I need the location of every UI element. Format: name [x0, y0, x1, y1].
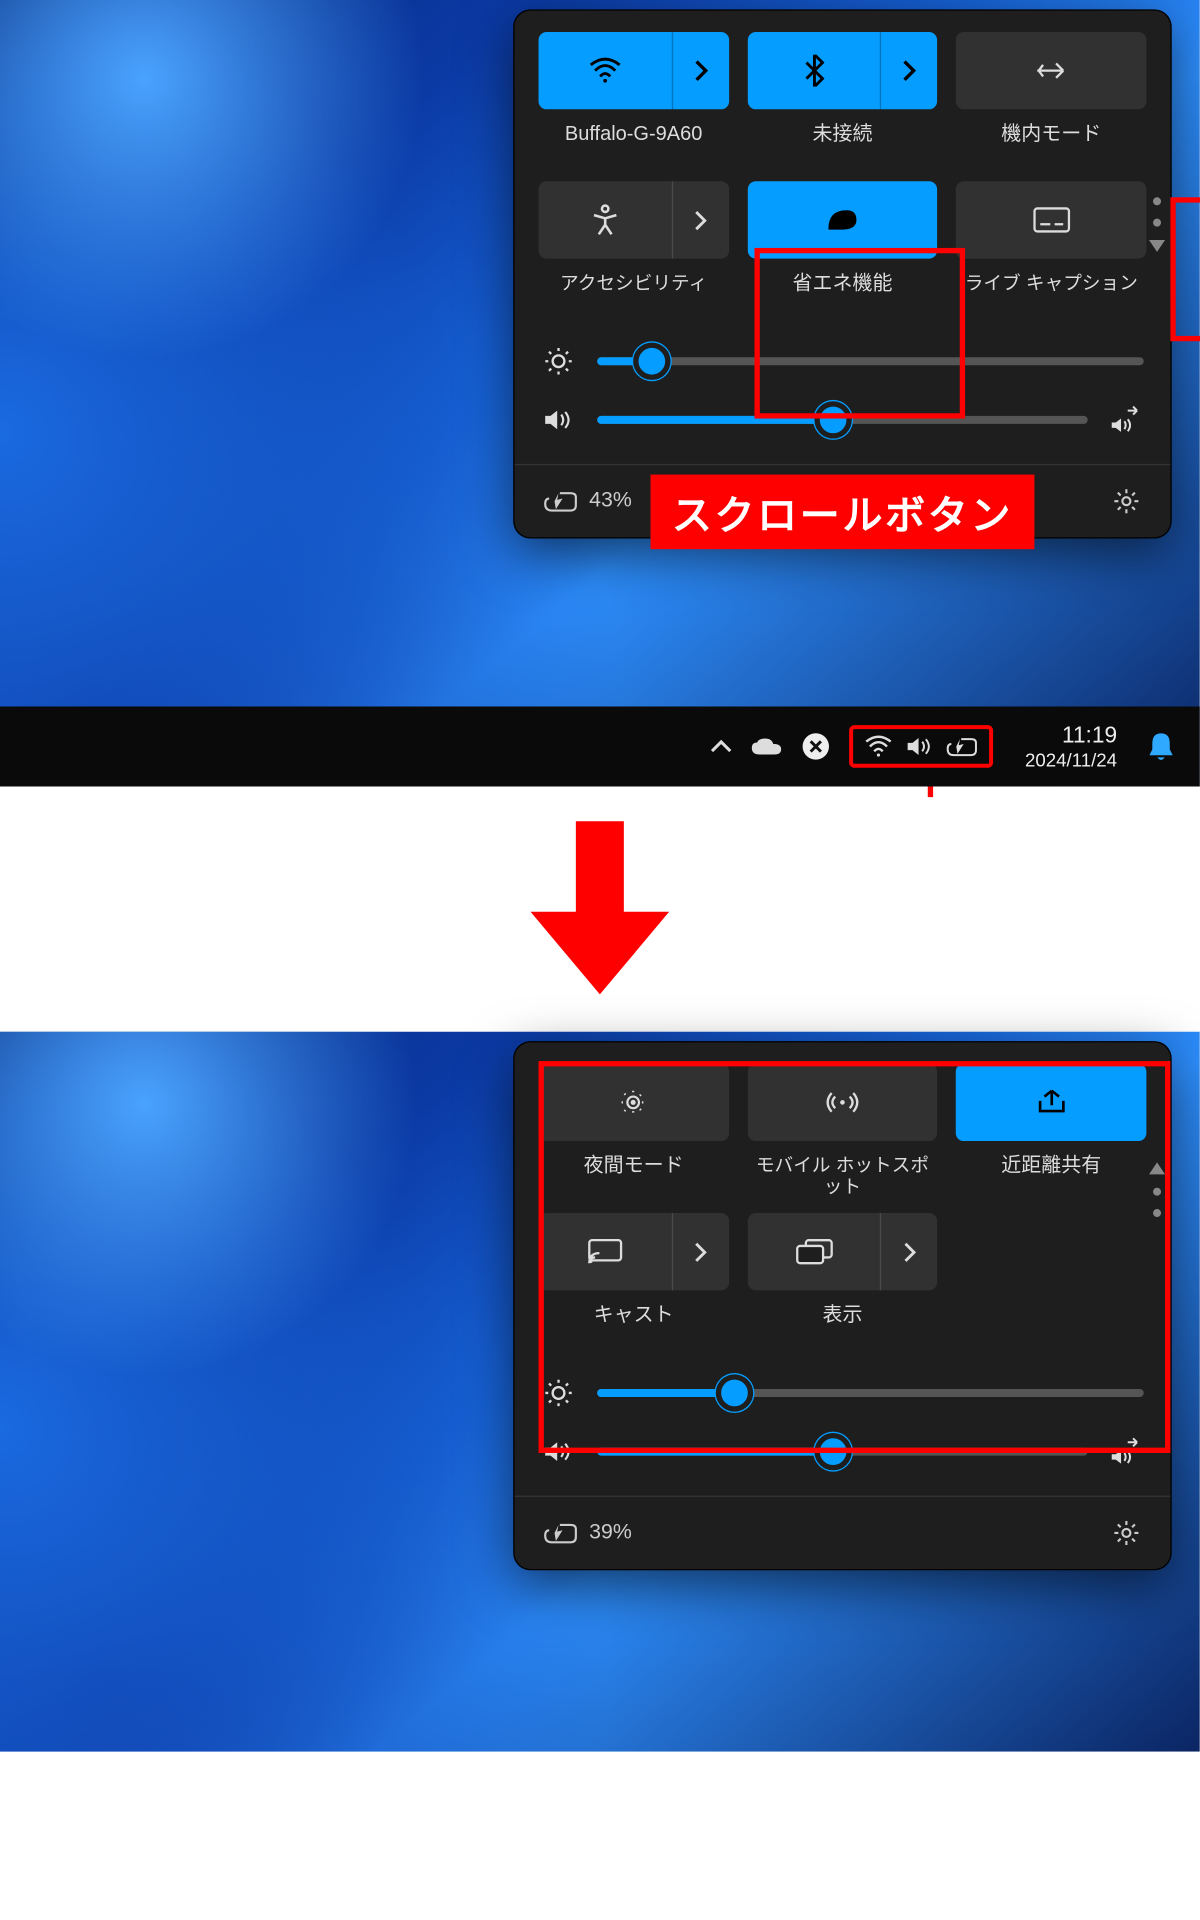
live-caption-label: ライブ キャプション	[965, 272, 1138, 317]
brightness-slider-row-2	[541, 1378, 1144, 1407]
transition-arrow-down	[0, 786, 1200, 1031]
bluetooth-icon	[747, 32, 880, 109]
volume-icon	[541, 407, 576, 434]
airplane-label: 機内モード	[1001, 123, 1101, 168]
battery-text: 43%	[589, 489, 632, 513]
cast-tile[interactable]	[539, 1213, 729, 1290]
hotspot-label: モバイル ホットスポット	[747, 1154, 937, 1199]
volume-slider-row	[541, 405, 1144, 434]
volume-icon	[541, 1438, 576, 1465]
airplane-mode-tile[interactable]	[956, 32, 1146, 109]
bluetooth-tile[interactable]	[747, 32, 937, 109]
volume-slider-2[interactable]	[597, 1448, 1088, 1456]
taskbar-time: 11:19	[1025, 723, 1117, 749]
wifi-tray-icon[interactable]	[864, 734, 893, 758]
caption-icon	[1033, 207, 1070, 234]
wifi-tile[interactable]	[539, 32, 729, 109]
audio-output-button[interactable]	[1109, 405, 1144, 434]
project-icon	[747, 1213, 880, 1290]
project-tile[interactable]	[747, 1213, 937, 1290]
cast-label: キャスト	[594, 1304, 674, 1349]
highlight-scroll-indicator	[1170, 197, 1200, 341]
wifi-expand[interactable]	[671, 32, 728, 109]
scroll-indicator-2[interactable]	[1149, 1162, 1165, 1217]
energy-saver-label: 省エネ機能	[792, 272, 892, 317]
settings-button-2[interactable]	[1112, 1518, 1141, 1547]
tray-overflow-button[interactable]	[710, 738, 731, 754]
nearby-share-label: 近距離共有	[1001, 1154, 1101, 1199]
bluetooth-label: 未接続	[812, 123, 872, 168]
bluetooth-expand[interactable]	[880, 32, 937, 109]
taskbar-date: 2024/11/24	[1025, 749, 1117, 770]
accessibility-expand[interactable]	[671, 181, 728, 258]
settings-button[interactable]	[1112, 487, 1141, 516]
annotation-scroll-label: スクロールボタン	[651, 475, 1035, 550]
volume-slider-row-2	[541, 1437, 1144, 1466]
brightness-icon	[541, 1378, 576, 1407]
brightness-slider-row	[541, 347, 1144, 376]
accessibility-icon	[539, 181, 672, 258]
battery-icon	[544, 489, 579, 513]
notifications-button[interactable]	[1146, 730, 1175, 762]
accessibility-label: アクセシビリティ	[560, 272, 707, 317]
taskbar-clock[interactable]: 11:19 2024/11/24	[1025, 723, 1117, 771]
close-tray-icon[interactable]	[801, 732, 830, 761]
desktop-top: Buffalo-G-9A60 未接続	[0, 0, 1200, 786]
share-icon	[1035, 1088, 1067, 1117]
brightness-slider-2[interactable]	[597, 1389, 1144, 1397]
project-expand[interactable]	[880, 1213, 937, 1290]
wifi-label: Buffalo-G-9A60	[565, 123, 702, 168]
night-light-tile[interactable]	[539, 1064, 729, 1141]
cast-expand[interactable]	[671, 1213, 728, 1290]
battery-icon	[544, 1521, 579, 1545]
accessibility-tile[interactable]	[539, 181, 729, 258]
volume-slider[interactable]	[597, 416, 1088, 424]
hotspot-icon	[825, 1088, 860, 1117]
onedrive-tray-icon[interactable]	[750, 736, 782, 757]
cast-icon	[539, 1213, 672, 1290]
taskbar: 11:19 2024/11/24	[0, 706, 1200, 786]
night-light-label: 夜間モード	[584, 1154, 684, 1199]
highlight-system-tray	[849, 725, 993, 768]
live-caption-tile[interactable]	[956, 181, 1146, 258]
energy-saver-tile[interactable]	[747, 181, 937, 258]
volume-tray-icon[interactable]	[906, 734, 933, 758]
quick-settings-panel: Buffalo-G-9A60 未接続	[515, 11, 1171, 538]
quick-settings-footer-2: 39%	[515, 1496, 1171, 1569]
airplane-icon	[1034, 56, 1069, 85]
battery-text-2: 39%	[589, 1521, 632, 1545]
quick-settings-panel-page2: 夜間モード モバイル ホットスポット 近距離共有	[515, 1042, 1171, 1569]
battery-tray-icon[interactable]	[946, 734, 978, 758]
wifi-icon	[539, 32, 672, 109]
night-light-icon	[618, 1086, 650, 1118]
hotspot-tile[interactable]	[747, 1064, 937, 1141]
nearby-share-tile[interactable]	[956, 1064, 1146, 1141]
audio-output-button-2[interactable]	[1109, 1437, 1144, 1466]
scroll-indicator[interactable]	[1149, 197, 1165, 252]
leaf-icon	[824, 205, 861, 234]
project-label: 表示	[822, 1304, 862, 1349]
desktop-bottom: 夜間モード モバイル ホットスポット 近距離共有	[0, 1032, 1200, 1752]
brightness-icon	[541, 347, 576, 376]
brightness-slider[interactable]	[597, 357, 1144, 365]
